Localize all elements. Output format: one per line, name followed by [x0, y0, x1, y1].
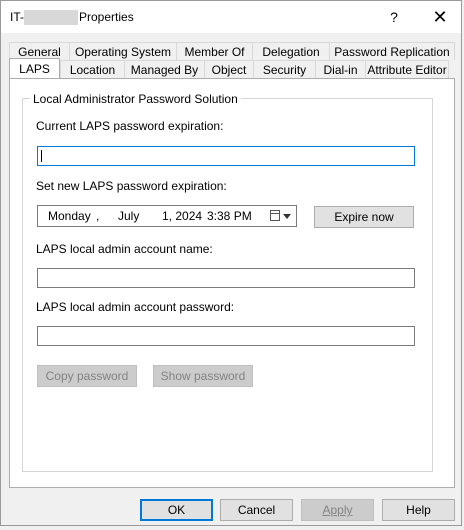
- copy-password-button[interactable]: Copy password: [37, 365, 137, 387]
- date-time[interactable]: 3:38 PM: [207, 209, 252, 223]
- tab-operating-system[interactable]: Operating System: [69, 42, 176, 60]
- tab-location[interactable]: Location: [60, 60, 124, 78]
- close-title-button[interactable]: ✕: [417, 1, 463, 33]
- new-expiration-label: Set new LAPS password expiration:: [36, 179, 227, 193]
- date-month[interactable]: July: [118, 209, 139, 223]
- account-name-label: LAPS local admin account name:: [36, 242, 213, 256]
- tab-managed-by[interactable]: Managed By: [124, 60, 204, 78]
- chevron-down-icon[interactable]: [283, 214, 291, 219]
- calendar-icon[interactable]: [270, 210, 280, 221]
- tab-security[interactable]: Security: [253, 60, 315, 78]
- account-name-field[interactable]: [37, 268, 415, 288]
- tab-delegation[interactable]: Delegation: [252, 42, 329, 60]
- ok-button[interactable]: OK: [140, 499, 213, 521]
- show-password-button[interactable]: Show password: [153, 365, 253, 387]
- group-title: Local Administrator Password Solution: [30, 92, 241, 106]
- account-password-label: LAPS local admin account password:: [36, 300, 235, 314]
- expire-now-button[interactable]: Expire now: [314, 206, 414, 228]
- current-expiration-label: Current LAPS password expiration:: [36, 119, 224, 133]
- tab-dial-in[interactable]: Dial-in: [315, 60, 365, 78]
- help-icon: ?: [390, 9, 398, 25]
- text-caret: [41, 150, 42, 162]
- cancel-button[interactable]: Cancel: [220, 499, 293, 521]
- help-title-button[interactable]: ?: [371, 1, 417, 33]
- redacted-computer-name: [24, 10, 78, 25]
- tab-member-of[interactable]: Member Of: [176, 42, 252, 60]
- close-icon: ✕: [432, 6, 448, 27]
- current-expiration-field[interactable]: [37, 146, 415, 166]
- window-title-prefix: IT-: [10, 10, 24, 24]
- apply-label: Apply: [322, 503, 353, 517]
- expiration-date-picker[interactable]: Monday , July 1, 2024 3:38 PM: [37, 205, 297, 227]
- tab-row-1: General Operating System Member Of Deleg…: [9, 42, 455, 60]
- tab-password-replication[interactable]: Password Replication: [329, 42, 455, 60]
- date-day-year[interactable]: 1, 2024: [162, 209, 202, 223]
- apply-button[interactable]: Apply: [301, 499, 374, 521]
- title-bar: IT- Properties ? ✕: [1, 1, 461, 33]
- window-title-suffix: Properties: [79, 10, 134, 24]
- laps-group-box: Current LAPS password expiration: Set ne…: [22, 98, 433, 472]
- account-password-field[interactable]: [37, 326, 415, 346]
- tab-row-2: LAPS Location Managed By Object Security…: [9, 58, 449, 78]
- tab-object[interactable]: Object: [204, 60, 253, 78]
- date-weekday[interactable]: Monday: [48, 209, 91, 223]
- tab-laps[interactable]: LAPS: [9, 58, 60, 78]
- help-button[interactable]: Help: [382, 499, 455, 521]
- properties-dialog: IT- Properties ? ✕ General Operating Sys…: [0, 0, 462, 526]
- tab-panel-laps: Local Administrator Password Solution Cu…: [9, 78, 455, 488]
- date-separator: ,: [96, 209, 100, 223]
- tab-attribute-editor[interactable]: Attribute Editor: [365, 60, 449, 78]
